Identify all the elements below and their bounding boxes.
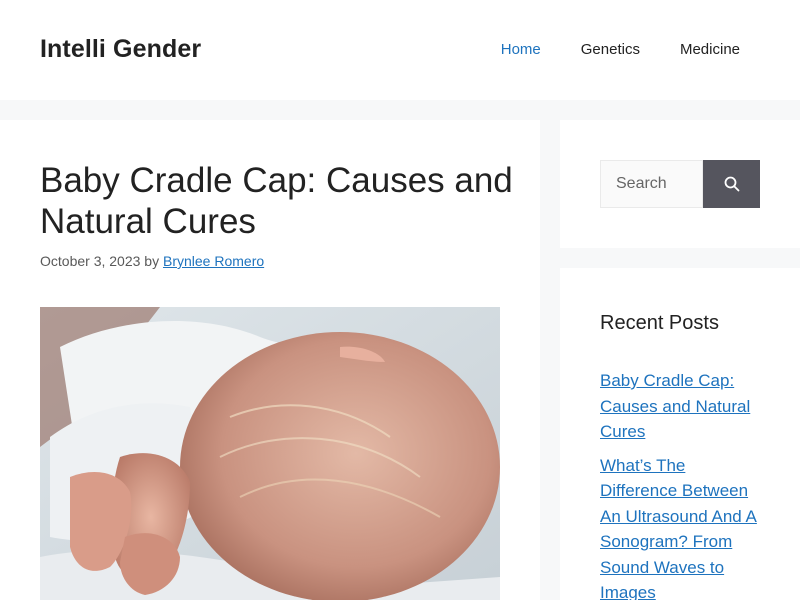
search-widget	[560, 120, 800, 248]
recent-posts-list: Baby Cradle Cap: Causes and Natural Cure…	[600, 368, 760, 600]
recent-posts-widget: Recent Posts Baby Cradle Cap: Causes and…	[560, 268, 800, 600]
site-header: Intelli Gender Home Genetics Medicine	[0, 0, 800, 100]
recent-post-link[interactable]: What’s The Difference Between An Ultraso…	[600, 456, 757, 600]
nav-item-medicine[interactable]: Medicine	[680, 41, 740, 58]
site-title[interactable]: Intelli Gender	[40, 35, 201, 64]
post-date: October 3, 2023	[40, 253, 141, 269]
featured-image	[40, 307, 500, 600]
post-meta: October 3, 2023 by Brynlee Romero	[40, 253, 264, 269]
post-title: Baby Cradle Cap: Causes and Natural Cure…	[40, 161, 513, 241]
recent-post-link[interactable]: Baby Cradle Cap: Causes and Natural Cure…	[600, 371, 750, 441]
main-content: Baby Cradle Cap: Causes and Natural Cure…	[0, 120, 540, 600]
recent-posts-title: Recent Posts	[600, 312, 719, 334]
search-icon	[724, 176, 739, 192]
list-item: What’s The Difference Between An Ultraso…	[600, 453, 760, 600]
nav-item-home[interactable]: Home	[501, 41, 541, 58]
post-author-link[interactable]: Brynlee Romero	[163, 253, 264, 269]
main-nav: Home Genetics Medicine	[461, 41, 740, 58]
nav-item-genetics[interactable]: Genetics	[581, 41, 640, 58]
list-item: Baby Cradle Cap: Causes and Natural Cure…	[600, 368, 760, 445]
search-input[interactable]	[600, 160, 703, 208]
search-button[interactable]	[703, 160, 760, 208]
post-by: by	[144, 253, 160, 269]
